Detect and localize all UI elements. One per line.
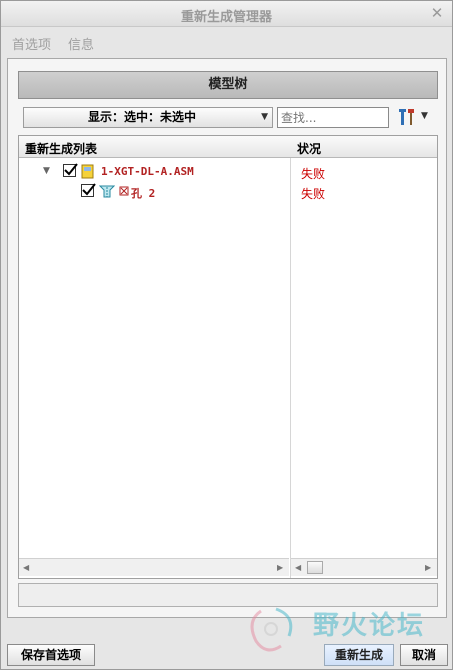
model-tree-title: 模型树 [18, 71, 438, 99]
row-status: 失败 [301, 167, 326, 181]
close-icon[interactable]: ✕ [430, 5, 444, 21]
scroll-right-icon[interactable]: ▶ [277, 563, 283, 572]
row-checkbox[interactable] [63, 163, 78, 177]
row-status: 失败 [301, 187, 326, 201]
regeneration-manager-window: 重新生成管理器 ✕ 首选项 信息 模型树 显示：选中：未选中 ▼ ▼ 重新生成列… [0, 0, 453, 670]
save-preferences-button[interactable]: 保存首选项 [7, 644, 95, 666]
show-filter-dropdown[interactable]: 显示：选中：未选中 ▼ [23, 107, 273, 128]
regen-list-table: 重新生成列表 状况 ▼ 1-XGT-DL-A.ASM 失败 孔 2 失败 ◀ ▶… [18, 135, 438, 579]
table-row[interactable]: 孔 2 失败 [19, 182, 437, 202]
show-filter-value: 显示：选中：未选中 [87, 110, 196, 124]
table-header: 重新生成列表 状况 [19, 136, 437, 158]
scroll-right-icon[interactable]: ▶ [425, 563, 431, 572]
column-header-regen-list[interactable]: 重新生成列表 [25, 140, 97, 157]
expand-triangle-icon[interactable]: ▼ [43, 166, 50, 176]
left-horizontal-scrollbar[interactable]: ◀ ▶ [19, 558, 289, 576]
scroll-left-icon[interactable]: ◀ [23, 563, 29, 572]
row-checkbox[interactable] [81, 183, 96, 197]
menu-info[interactable]: 信息 [68, 34, 94, 53]
column-divider[interactable] [290, 158, 291, 578]
assembly-icon [81, 164, 95, 182]
scroll-left-icon[interactable]: ◀ [295, 563, 301, 572]
search-input[interactable] [277, 107, 389, 128]
model-tree-panel: 模型树 显示：选中：未选中 ▼ ▼ 重新生成列表 状况 ▼ [7, 58, 447, 618]
scrollbar-thumb[interactable] [307, 561, 323, 574]
watermark-text: 野火论坛 [313, 611, 426, 641]
failed-marker-icon [119, 185, 129, 199]
settings-tools-icon[interactable] [397, 106, 417, 128]
title-bar: 重新生成管理器 ✕ [1, 1, 452, 27]
window-title: 重新生成管理器 [180, 10, 272, 25]
regenerate-button[interactable]: 重新生成 [324, 644, 394, 666]
tools-dropdown-icon[interactable]: ▼ [421, 111, 428, 121]
row-label-assembly: 1-XGT-DL-A.ASM [101, 165, 194, 178]
column-header-status[interactable]: 状况 [297, 140, 321, 157]
cancel-button[interactable]: 取消 [400, 644, 448, 666]
row-label-hole: 孔 2 [131, 187, 156, 200]
chevron-down-icon: ▼ [261, 112, 268, 122]
menu-bar: 首选项 信息 [1, 28, 452, 56]
hole-feature-icon [98, 184, 116, 202]
right-horizontal-scrollbar[interactable]: ◀ ▶ [291, 558, 437, 576]
menu-preferences[interactable]: 首选项 [12, 34, 51, 53]
table-row[interactable]: ▼ 1-XGT-DL-A.ASM 失败 [19, 162, 437, 182]
